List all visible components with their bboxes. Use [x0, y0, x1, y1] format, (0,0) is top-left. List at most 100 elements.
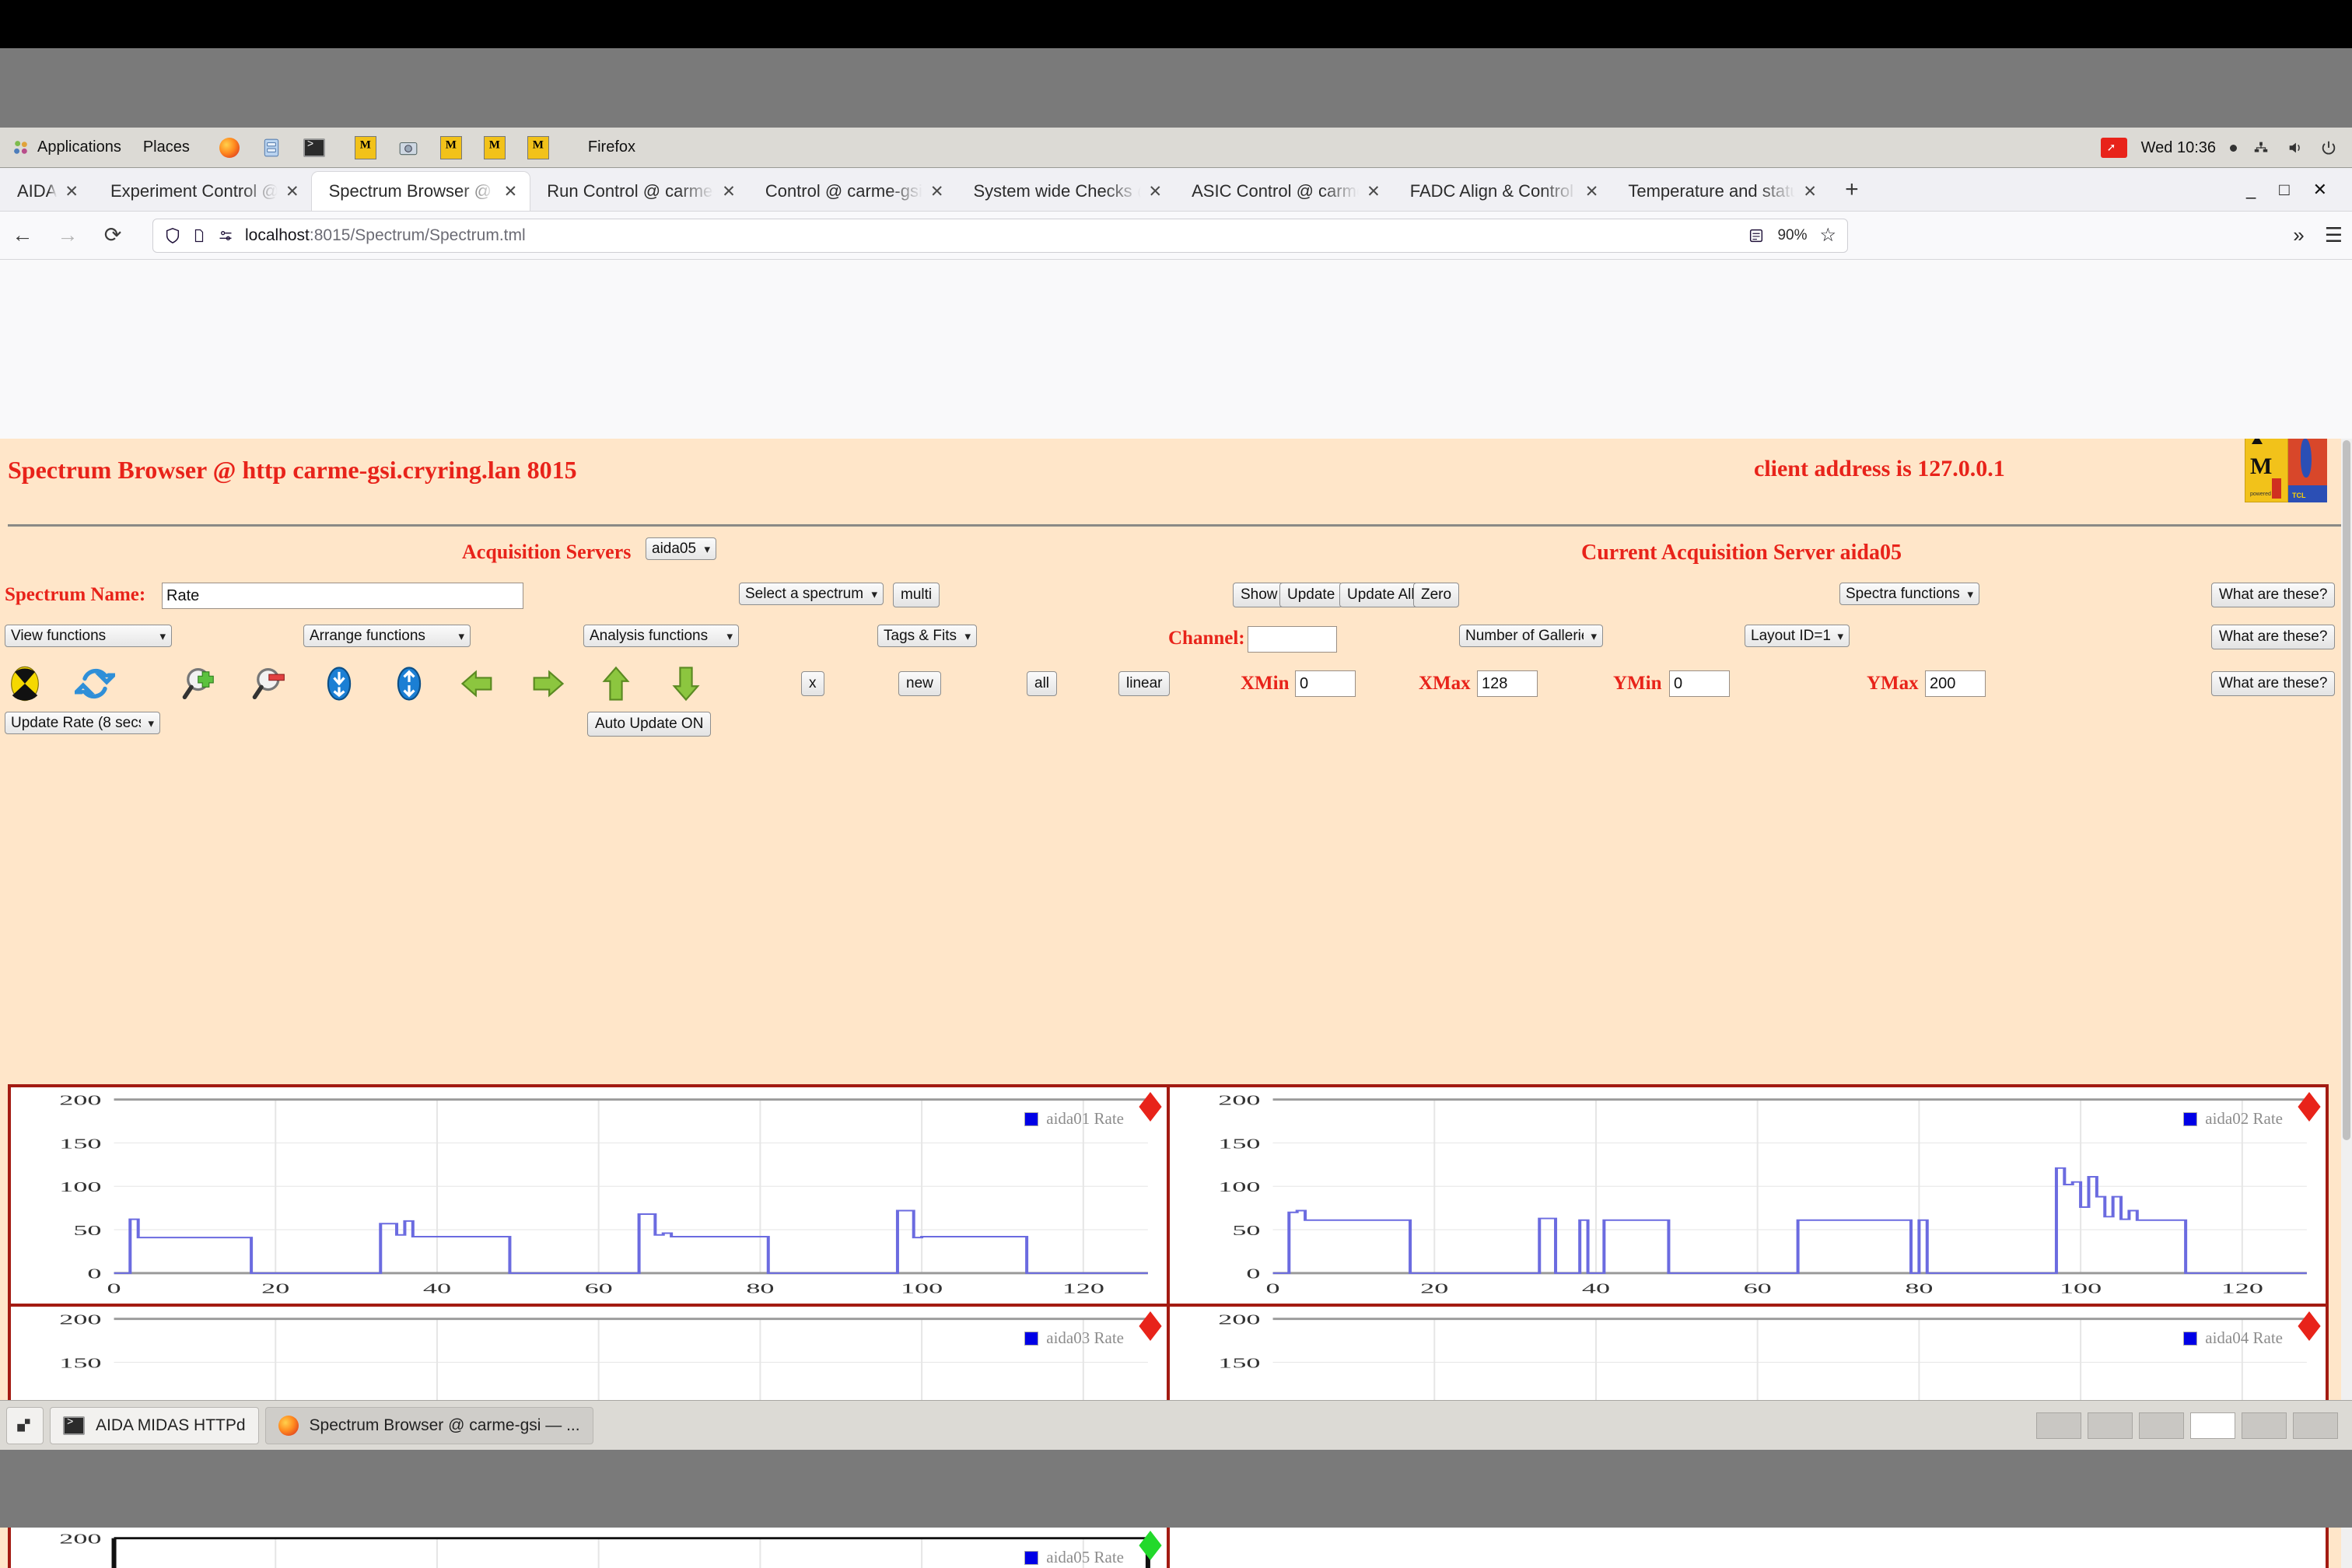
workspace-2[interactable] [2088, 1412, 2133, 1439]
layout-id-select[interactable]: Layout ID=1 [1745, 625, 1850, 647]
notification-icon[interactable]: ➚ [2101, 138, 2127, 158]
launcher-midas-2[interactable] [429, 128, 473, 168]
arrow-up-icon[interactable] [596, 663, 636, 704]
workspace-4[interactable] [2190, 1412, 2235, 1439]
tags-fits-select[interactable]: Tags & Fits [877, 625, 977, 647]
launcher-midas-4[interactable] [516, 128, 560, 168]
close-window-icon[interactable]: ✕ [2313, 180, 2327, 200]
close-icon[interactable]: ✕ [1585, 184, 1599, 200]
spectra-functions-select[interactable]: Spectra functions [1839, 583, 1979, 605]
close-icon[interactable]: ✕ [1803, 184, 1817, 200]
tab-run-control[interactable]: Run Control @ carme-gs ✕ [530, 172, 748, 211]
radiation-icon[interactable] [5, 663, 45, 704]
acquisition-server-select-wrap[interactable]: aida05 [646, 537, 716, 560]
update-rate-wrap[interactable]: Update Rate (8 secs) [5, 712, 160, 734]
status-marker-green[interactable] [1139, 1531, 1162, 1560]
close-icon[interactable]: ✕ [65, 184, 79, 200]
scrollbar-thumb[interactable] [2343, 440, 2350, 1140]
show-button[interactable]: Show [1233, 583, 1286, 607]
status-marker-red[interactable] [2298, 1092, 2321, 1122]
select-spectrum-wrap[interactable]: Select a spectrum [739, 583, 884, 605]
taskbar-window-spectrum-browser[interactable]: Spectrum Browser @ carme-gsi — ... [265, 1407, 593, 1444]
chart-cell-aida01[interactable]: 050100150200020406080100120 aida01 Rate [9, 1086, 1168, 1305]
network-icon[interactable] [2251, 139, 2271, 156]
close-icon[interactable]: ✕ [1149, 184, 1163, 200]
workspace-6[interactable] [2293, 1412, 2338, 1439]
view-functions-select[interactable]: View functions [5, 625, 172, 647]
analysis-functions-wrap[interactable]: Analysis functions [583, 625, 739, 647]
close-icon[interactable]: ✕ [722, 184, 736, 200]
maximize-icon[interactable]: □ [2279, 180, 2289, 200]
url-bar[interactable]: localhost:8015/Spectrum/Spectrum.tml 90%… [152, 219, 1848, 253]
workspace-3[interactable] [2139, 1412, 2184, 1439]
close-icon[interactable]: ✕ [930, 184, 944, 200]
spectrum-name-input[interactable] [162, 583, 523, 609]
close-icon[interactable]: ✕ [285, 184, 299, 200]
chart-cell-aida05[interactable]: 050100150200020406080100120 aida05 Rate [9, 1524, 1168, 1568]
acquisition-server-select[interactable]: aida05 [646, 537, 716, 560]
window-title-firefox[interactable]: Firefox [577, 128, 646, 168]
layout-id-wrap[interactable]: Layout ID=1 [1745, 625, 1850, 647]
tab-spectrum-browser[interactable]: Spectrum Browser @ ca ✕ [312, 172, 530, 211]
menu-applications[interactable]: Applications [0, 128, 132, 168]
launcher-firefox[interactable] [208, 128, 250, 168]
show-desktop-icon[interactable] [6, 1407, 44, 1444]
close-icon[interactable]: ✕ [504, 184, 518, 200]
launcher-terminal[interactable] [292, 128, 336, 168]
tab-fadc-align-control[interactable]: FADC Align & Control @ ✕ [1393, 172, 1612, 211]
arrow-right-icon[interactable] [527, 663, 568, 704]
auto-update-button[interactable]: Auto Update ON [587, 712, 711, 737]
analysis-functions-select[interactable]: Analysis functions [583, 625, 739, 647]
status-marker-red[interactable] [2298, 1311, 2321, 1341]
ymax-input[interactable] [1925, 670, 1986, 697]
launcher-screenshot[interactable] [387, 128, 429, 168]
tab-asic-control[interactable]: ASIC Control @ carme-g ✕ [1174, 172, 1393, 211]
launcher-midas-3[interactable] [473, 128, 516, 168]
taskbar-window-aida-midas-httpd[interactable]: AIDA MIDAS HTTPd [50, 1407, 259, 1444]
workspace-1[interactable] [2036, 1412, 2081, 1439]
clock[interactable]: Wed 10:36 [2141, 139, 2216, 157]
chart-cell-empty[interactable] [1168, 1524, 2327, 1568]
all-button[interactable]: all [1027, 671, 1057, 696]
new-button[interactable]: new [898, 671, 941, 696]
close-icon[interactable]: ✕ [1367, 184, 1381, 200]
new-tab-button[interactable]: + [1829, 168, 1874, 211]
zoom-out-icon[interactable] [250, 663, 291, 704]
launcher-midas-1[interactable] [344, 128, 387, 168]
launcher-file-manager[interactable] [250, 128, 292, 168]
page-scrollbar[interactable] [2341, 439, 2352, 1568]
tab-temperature-and-status[interactable]: Temperature and status s ✕ [1611, 172, 1829, 211]
tab-aida[interactable]: AIDA ✕ [0, 172, 93, 211]
view-functions-wrap[interactable]: View functions [5, 625, 172, 647]
expand-up-icon[interactable] [389, 663, 429, 704]
reload-button[interactable]: ⟳ [90, 213, 135, 258]
forward-button[interactable]: → [45, 213, 90, 258]
reader-mode-icon[interactable] [1748, 226, 1765, 245]
hamburger-menu-icon[interactable]: ☰ [2325, 223, 2343, 247]
workspace-5[interactable] [2242, 1412, 2287, 1439]
menu-places[interactable]: Places [132, 128, 201, 168]
what-are-these-button-3[interactable]: What are these? [2211, 671, 2335, 696]
workspace-switcher[interactable] [2036, 1412, 2346, 1439]
select-spectrum-dropdown[interactable]: Select a spectrum [739, 583, 884, 605]
back-button[interactable]: ← [0, 213, 45, 258]
minimize-icon[interactable]: _ [2246, 180, 2256, 200]
multi-button[interactable]: multi [893, 583, 940, 607]
zoom-in-icon[interactable] [180, 663, 221, 704]
update-rate-select[interactable]: Update Rate (8 secs) [5, 712, 160, 734]
tags-fits-wrap[interactable]: Tags & Fits [877, 625, 977, 647]
spectra-functions-wrap[interactable]: Spectra functions [1839, 583, 1979, 605]
update-all-button[interactable]: Update All [1339, 583, 1423, 607]
arrow-down-icon[interactable] [666, 663, 706, 704]
number-of-galleries-wrap[interactable]: Number of Galleries [1459, 625, 1603, 647]
tab-experiment-control[interactable]: Experiment Control @ ca ✕ [93, 172, 312, 211]
overflow-menu-icon[interactable]: » [2293, 223, 2304, 247]
what-are-these-button-2[interactable]: What are these? [2211, 625, 2335, 649]
zero-button[interactable]: Zero [1413, 583, 1459, 607]
volume-icon[interactable] [2285, 139, 2305, 156]
status-marker-red[interactable] [1139, 1311, 1162, 1341]
tab-system-wide-checks[interactable]: System wide Checks @ c ✕ [957, 172, 1175, 211]
arrange-functions-select[interactable]: Arrange functions [303, 625, 471, 647]
linear-button[interactable]: linear [1118, 671, 1170, 696]
xmax-input[interactable] [1477, 670, 1538, 697]
